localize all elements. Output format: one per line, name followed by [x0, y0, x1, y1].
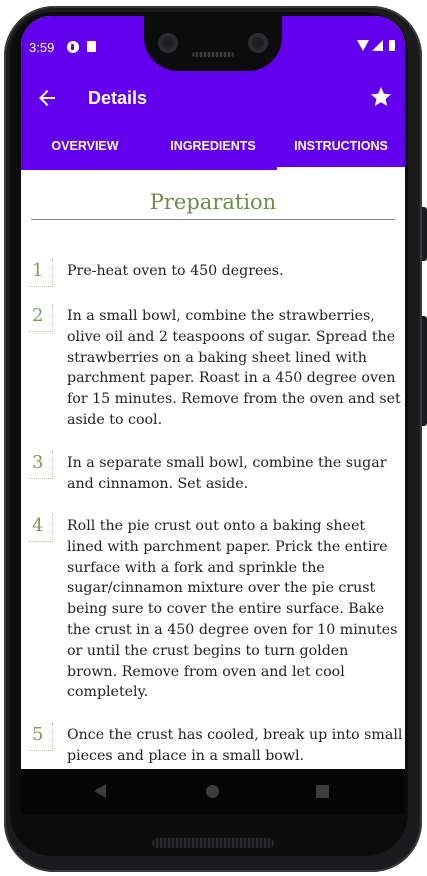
camera-notch — [144, 16, 282, 71]
step-number: 5 — [29, 723, 53, 751]
sd-card-icon — [87, 41, 96, 52]
back-button[interactable] — [35, 86, 59, 110]
status-icons — [357, 40, 395, 51]
status-time: 3:59 — [29, 40, 55, 55]
instructions-content[interactable]: Preparation 1 Pre-heat oven to 450 degre… — [21, 170, 405, 770]
volume-button — [422, 207, 427, 261]
step-text: In a separate small bowl, combine the su… — [67, 455, 387, 492]
step-text: Once the crust has cooled, break up into… — [67, 727, 403, 764]
step-number: 4 — [29, 514, 53, 542]
cell-signal-icon — [372, 40, 383, 51]
step-number: 3 — [29, 451, 53, 479]
favorite-button[interactable] — [369, 85, 393, 109]
screen: 3:59 Details OVERVIEW INGREDIENTS INSTRU… — [21, 16, 405, 814]
page-title: Details — [88, 88, 148, 108]
tab-ingredients[interactable]: INGREDIENTS — [149, 126, 277, 170]
bottom-speaker — [152, 838, 274, 848]
nav-recents-icon[interactable] — [316, 785, 329, 798]
arrow-back-icon — [39, 90, 55, 106]
step-text: In a small bowl, combine the strawberrie… — [67, 308, 401, 428]
front-camera-icon — [248, 33, 268, 53]
wifi-icon — [357, 40, 369, 51]
nav-home-icon[interactable] — [206, 785, 219, 798]
step-text: Pre-heat oven to 450 degrees. — [67, 263, 284, 279]
system-navigation-bar — [21, 769, 405, 814]
play-protect-icon — [67, 41, 79, 53]
heading-divider — [31, 219, 395, 220]
step-number: 2 — [29, 304, 53, 332]
star-icon — [371, 87, 391, 106]
front-camera-icon — [158, 33, 178, 53]
tab-overview[interactable]: OVERVIEW — [21, 126, 149, 170]
section-heading: Preparation — [149, 190, 277, 214]
power-button — [422, 316, 427, 426]
step-text: Roll the pie crust out onto a baking she… — [67, 518, 398, 701]
tab-instructions[interactable]: INSTRUCTIONS — [277, 126, 405, 170]
app-bar: Details — [21, 72, 405, 126]
tab-bar: OVERVIEW INGREDIENTS INSTRUCTIONS — [21, 126, 405, 170]
nav-back-icon[interactable] — [94, 784, 106, 798]
earpiece-speaker — [192, 52, 234, 57]
battery-icon — [389, 40, 395, 51]
step-number: 1 — [29, 259, 53, 287]
